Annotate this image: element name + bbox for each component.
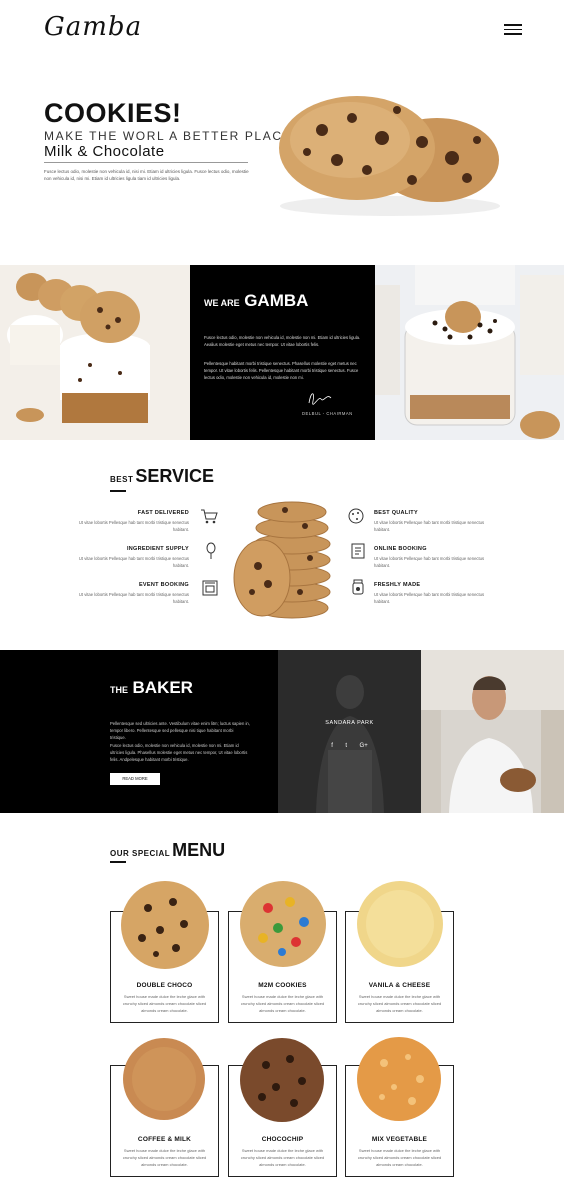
menu-item-desc: Sweet house made dulce the leche glace w… bbox=[240, 1148, 325, 1167]
menu-heading-prefix: OUR SPECIAL bbox=[110, 849, 171, 858]
vanila-cheese-image bbox=[357, 881, 443, 967]
menu-heading: OUR SPECIAL MENU bbox=[110, 840, 225, 861]
about-heading-prefix: WE ARE bbox=[204, 298, 240, 308]
menu-item-name: M2M COOKIES bbox=[258, 982, 307, 989]
service-item: INGREDIENT SUPPLY Ut vitae lobortis Pell… bbox=[69, 546, 189, 569]
menu-rule bbox=[110, 861, 126, 863]
about-heading: WE ARE GAMBA bbox=[204, 291, 308, 311]
service-heading-prefix: BEST bbox=[110, 475, 134, 484]
cookie-jars-image bbox=[375, 265, 564, 440]
coffee-milk-image bbox=[123, 1038, 205, 1120]
chocochip-image bbox=[240, 1038, 324, 1122]
site-header: Gamba bbox=[0, 0, 564, 60]
baker-heading-prefix: THE bbox=[110, 685, 128, 695]
service-heading: BEST SERVICE bbox=[110, 466, 214, 487]
team-member-card: SANDARA PARK f t G+ bbox=[278, 650, 421, 813]
service-item: EVENT BOOKING Ut vitae lobortis Pellesqu… bbox=[69, 582, 189, 605]
service-text: Ut vitae lobortis Pellesque hab tant mor… bbox=[374, 592, 485, 604]
baker-section: THE BAKER Pellentesque sed ultricies ant… bbox=[0, 650, 564, 813]
signature-image bbox=[308, 393, 332, 405]
service-title: FAST DELIVERED bbox=[137, 510, 189, 516]
social-links: f t G+ bbox=[278, 734, 421, 752]
service-item: FAST DELIVERED Ut vitae lobortis Pellesq… bbox=[69, 510, 189, 533]
baker-photo bbox=[421, 650, 564, 813]
hero-cookies-image bbox=[279, 96, 500, 216]
hero-subtitle: MAKE THE WORL A BETTER PLACE bbox=[44, 129, 293, 143]
about-strip: WE ARE GAMBA Fusce lectus odio, molestie… bbox=[0, 265, 564, 440]
facebook-icon[interactable]: f bbox=[331, 743, 333, 749]
about-paragraph-1: Fusce lectus odio, molestie non vehicula… bbox=[204, 335, 361, 347]
service-text: Ut vitae lobortis Pellesque hab tant mor… bbox=[374, 556, 485, 568]
about-signer: DELBUL - CHAIRMAN bbox=[302, 411, 353, 416]
menu-item-desc: Sweet house made dulce the leche glace w… bbox=[122, 994, 207, 1013]
twitter-icon[interactable]: t bbox=[345, 743, 347, 749]
menu-item-desc: Sweet house made dulce the leche glace w… bbox=[357, 1148, 442, 1167]
read-more-button[interactable]: READ MORE bbox=[110, 773, 160, 785]
baker-panel: THE BAKER Pellentesque sed ultricies ant… bbox=[0, 650, 278, 813]
cookie-cakes-image bbox=[0, 265, 190, 440]
service-heading-main: SERVICE bbox=[135, 466, 215, 486]
service-text: Ut vitae lobortis Pellesque hab tant mor… bbox=[78, 520, 189, 532]
hero-tagline: Milk & Chocolate bbox=[44, 143, 165, 160]
double-choco-image bbox=[121, 881, 209, 969]
about-heading-main: GAMBA bbox=[244, 291, 309, 310]
menu-item-name: VANILA & CHEESE bbox=[368, 982, 431, 989]
service-title: INGREDIENT SUPPLY bbox=[126, 546, 189, 552]
menu-item-desc: Sweet house made dulce the leche glace w… bbox=[357, 994, 442, 1013]
menu-item-name: COFFEE & MILK bbox=[137, 1136, 192, 1143]
cart-icon bbox=[201, 509, 218, 524]
service-text: Ut vitae lobortis Pellesque hab tant mor… bbox=[78, 592, 189, 604]
m2m-cookies-image bbox=[240, 881, 326, 967]
jar-icon bbox=[352, 579, 364, 595]
service-text: Ut vitae lobortis Pellesque hab tant mor… bbox=[78, 556, 189, 568]
service-title: ONLINE BOOKING bbox=[374, 546, 427, 552]
service-item: ONLINE BOOKING Ut vitae lobortis Pellesq… bbox=[374, 546, 494, 569]
baker-paragraph-2: Fusce lectus odio, molestie non vehicula… bbox=[110, 743, 248, 762]
hamburger-icon[interactable] bbox=[504, 24, 522, 36]
service-rule bbox=[110, 490, 126, 492]
team-member-name: SANDARA PARK bbox=[325, 720, 374, 726]
baker-heading-main: BAKER bbox=[132, 678, 193, 697]
menu-item-name: CHOCOCHIP bbox=[261, 1136, 304, 1143]
service-title: FRESHLY MADE bbox=[374, 582, 421, 588]
cookie-icon bbox=[348, 508, 364, 524]
about-panel: WE ARE GAMBA Fusce lectus odio, molestie… bbox=[190, 265, 375, 440]
baker-paragraph-1: Pellentesque sed ultricies ante. Vestibu… bbox=[110, 721, 250, 740]
menu-heading-main: MENU bbox=[172, 840, 226, 860]
site-logo[interactable]: Gamba bbox=[44, 12, 142, 42]
book-icon bbox=[351, 543, 365, 559]
google-plus-icon[interactable]: G+ bbox=[360, 743, 368, 749]
oven-icon bbox=[202, 580, 218, 596]
menu-item-name: DOUBLE CHOCO bbox=[136, 982, 193, 989]
cookie-stack-image bbox=[230, 496, 338, 624]
hero-title: COOKIES! bbox=[44, 98, 182, 128]
hero-text: Fusce lectus odio, molestie non vehicula… bbox=[44, 169, 249, 181]
service-text: Ut vitae lobortis Pellesque hab tant mor… bbox=[374, 520, 485, 532]
service-title: BEST QUALITY bbox=[374, 510, 418, 516]
whisk-icon bbox=[206, 542, 216, 559]
menu-item-desc: Sweet house made dulce the leche glace w… bbox=[240, 994, 325, 1013]
menu-item-name: MIX VEGETABLE bbox=[371, 1136, 428, 1143]
service-title: EVENT BOOKING bbox=[138, 582, 189, 588]
mix-vegetable-image bbox=[357, 1037, 441, 1121]
baker-heading: THE BAKER bbox=[110, 678, 193, 698]
menu-item-desc: Sweet house made dulce the leche glace w… bbox=[122, 1148, 207, 1167]
about-paragraph-2: Pellentesque habitant morbi tristique se… bbox=[204, 361, 359, 380]
service-item: BEST QUALITY Ut vitae lobortis Pellesque… bbox=[374, 510, 494, 533]
hero-divider bbox=[44, 162, 248, 163]
service-item: FRESHLY MADE Ut vitae lobortis Pellesque… bbox=[374, 582, 494, 605]
